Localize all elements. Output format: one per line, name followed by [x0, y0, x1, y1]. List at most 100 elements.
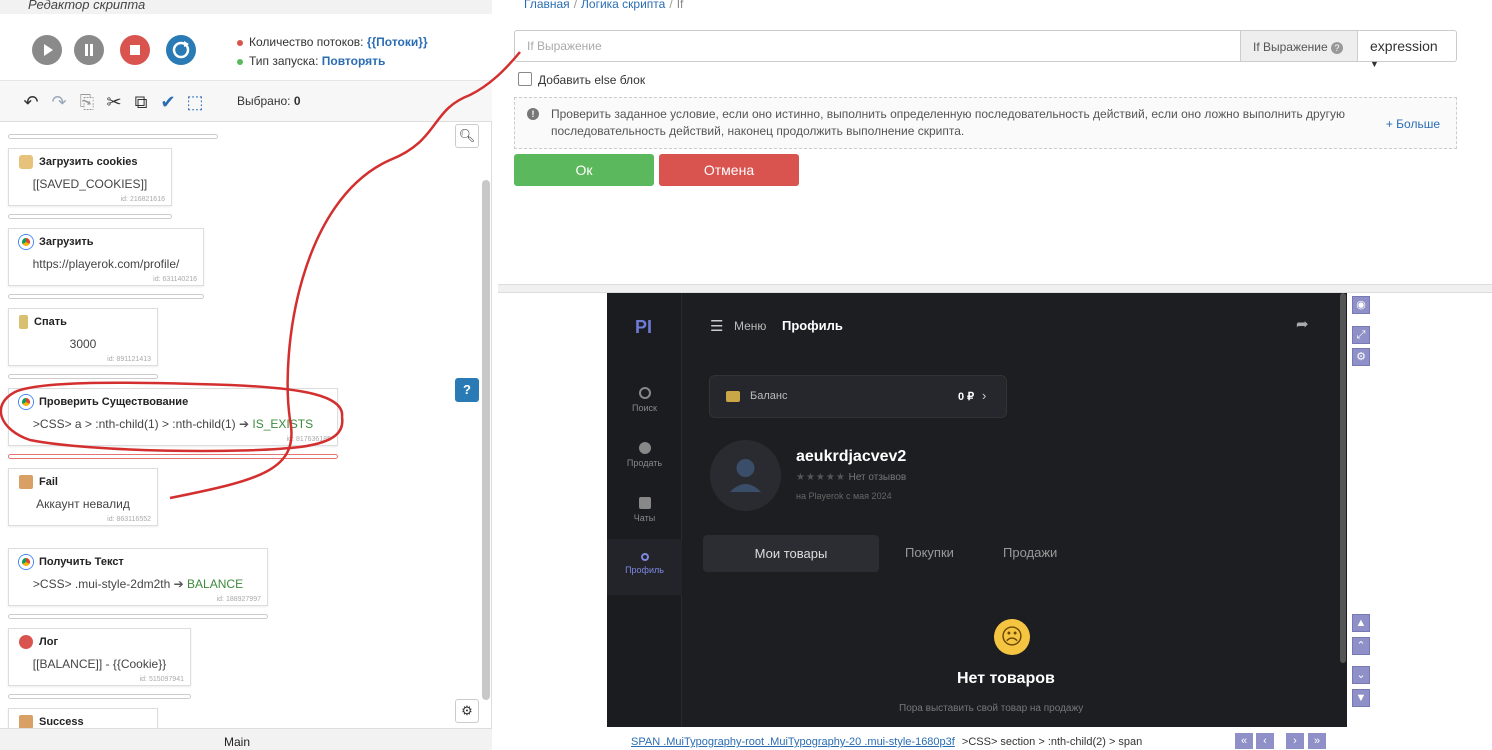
- else-block-checkbox[interactable]: [518, 72, 532, 86]
- fullscreen-button[interactable]: ⤢: [1352, 326, 1370, 344]
- tab-sales[interactable]: Продажи: [1003, 545, 1057, 560]
- stop-icon: [130, 45, 140, 55]
- scroll-down-button[interactable]: ⌄: [1352, 666, 1370, 684]
- nav-sell[interactable]: Продать: [607, 442, 682, 468]
- block-fail[interactable]: Fail Аккаунт невалид id: 863116552: [8, 468, 158, 526]
- block-value: 3000: [69, 337, 97, 351]
- if-expression-input[interactable]: If Выражение: [514, 30, 1241, 62]
- tab-my-items[interactable]: Мои товары: [703, 535, 879, 572]
- gear-icon: ⚙: [1356, 351, 1366, 363]
- share-icon[interactable]: ➦: [1296, 315, 1309, 333]
- scroll-top-button[interactable]: ▲: [1352, 614, 1370, 632]
- block-id: id: 631140216: [153, 276, 197, 283]
- next-element-button[interactable]: ›: [1286, 733, 1304, 749]
- settings-button[interactable]: ⚙: [1352, 348, 1370, 366]
- block-sleep[interactable]: Спать 3000 id: 891121413: [8, 308, 158, 366]
- block-value: [[BALANCE]] - {{Cookie}}: [32, 657, 167, 671]
- block-value: Аккаунт невалид: [36, 497, 130, 511]
- threads-dot: [237, 39, 243, 46]
- threads-link[interactable]: {{Потоки}}: [367, 35, 428, 49]
- ok-button[interactable]: Ок: [514, 154, 654, 186]
- scroll-bottom-button[interactable]: ▼: [1352, 689, 1370, 707]
- tab-purchases[interactable]: Покупки: [905, 545, 954, 560]
- breadcrumb-logic[interactable]: Логика скрипта: [581, 0, 665, 11]
- block-load-url[interactable]: Загрузить https://playerok.com/profile/ …: [8, 228, 204, 286]
- first-element-button[interactable]: «: [1235, 733, 1253, 749]
- play-button[interactable]: [32, 35, 62, 65]
- paste-icon[interactable]: ⧉: [130, 91, 152, 113]
- block-load-cookies[interactable]: Загрузить cookies [[SAVED_COOKIES]] id: …: [8, 148, 172, 206]
- double-chevron-right-icon: »: [1313, 735, 1321, 747]
- selected-count: Выбрано: 0: [237, 94, 301, 108]
- chevron-up-icon: ⌃: [1356, 640, 1366, 652]
- connection-button[interactable]: ◉: [1352, 296, 1370, 314]
- cancel-button[interactable]: Отмена: [659, 154, 799, 186]
- launch-label: Тип запуска:: [249, 54, 319, 68]
- plus-icon: [638, 442, 651, 454]
- select-area-icon[interactable]: ⬚: [184, 91, 206, 113]
- panel-divider[interactable]: [498, 284, 1492, 293]
- tab-main[interactable]: Main: [224, 735, 250, 749]
- block-success[interactable]: Success: [8, 708, 158, 728]
- pause-button[interactable]: [74, 35, 104, 65]
- run-controls: Количество потоков: {{Потоки}} Тип запус…: [0, 14, 492, 80]
- wallet-icon: [726, 391, 740, 402]
- nav-profile[interactable]: Профиль: [607, 539, 682, 595]
- help-button[interactable]: ?: [455, 378, 479, 402]
- stop-button[interactable]: [120, 35, 150, 65]
- else-block-label[interactable]: Добавить else блок: [538, 73, 645, 87]
- editor-toolbar: ↶ ↷ ⎘ ✂ ⧉ ✔ ⬚ Выбрано: 0: [0, 80, 492, 122]
- undo-icon[interactable]: ↶: [20, 91, 42, 113]
- nav-chats[interactable]: Чаты: [607, 497, 682, 523]
- bug-button[interactable]: ⚙: [455, 699, 479, 723]
- search-block-button[interactable]: 🔍︎: [455, 124, 479, 148]
- block-id: id: 891121413: [107, 356, 151, 363]
- block-check-exists[interactable]: Проверить Существование >CSS> a > :nth-c…: [8, 388, 338, 446]
- canvas-scrollbar[interactable]: [482, 180, 490, 700]
- block-connector: [8, 374, 158, 379]
- block-connector: [8, 454, 338, 459]
- script-editor-panel: Редактор скрипта Количество потоков: {{П…: [0, 0, 492, 750]
- log-icon: [19, 635, 33, 649]
- caret-down-icon: ▼: [1370, 59, 1379, 69]
- success-icon: [19, 715, 33, 728]
- editor-footer: Main: [0, 728, 492, 750]
- menu-label[interactable]: Меню: [734, 319, 766, 333]
- block-connector: [8, 134, 218, 139]
- browser-viewport[interactable]: PI Поиск Продать Чаты Профиль ☰ Меню Про…: [607, 293, 1347, 727]
- block-var: IS_EXISTS: [252, 417, 314, 431]
- search-icon: 🔍︎: [458, 128, 476, 143]
- site-logo[interactable]: PI: [635, 317, 652, 338]
- wifi-icon: ◉: [1356, 299, 1366, 311]
- balance-card[interactable]: Баланс 0 ₽ ›: [709, 375, 1007, 418]
- block-title: Спать: [19, 315, 67, 329]
- last-element-button[interactable]: »: [1308, 733, 1326, 749]
- more-link[interactable]: + Больше: [1386, 116, 1440, 133]
- copy-icon[interactable]: ⎘: [76, 91, 98, 113]
- username: aeukrdjacvev2: [796, 448, 907, 465]
- chevron-down-icon: ⌄: [1356, 669, 1366, 681]
- block-get-text[interactable]: Получить Текст >CSS> .mui-style-2dm2th ➔…: [8, 548, 268, 606]
- cut-icon[interactable]: ✂: [103, 91, 125, 113]
- selector-link[interactable]: SPAN .MuiTypography-root .MuiTypography-…: [631, 736, 955, 748]
- expression-type-select[interactable]: expression ▼: [1357, 30, 1457, 69]
- prev-element-button[interactable]: ‹: [1256, 733, 1274, 749]
- launch-link[interactable]: Повторять: [322, 54, 386, 68]
- select-check-icon[interactable]: ✔: [157, 91, 179, 113]
- refresh-button[interactable]: [166, 35, 196, 65]
- page-title: Профиль: [782, 318, 843, 333]
- browser-scrollbar[interactable]: [1340, 293, 1346, 663]
- cookie-icon: [19, 155, 33, 169]
- breadcrumb-home[interactable]: Главная: [524, 0, 570, 11]
- double-chevron-up-icon: ▲: [1355, 617, 1367, 629]
- scroll-up-button[interactable]: ⌃: [1352, 637, 1370, 655]
- chrome-icon: [19, 235, 33, 249]
- block-title: Fail: [19, 475, 58, 489]
- nav-search[interactable]: Поиск: [607, 387, 682, 413]
- editor-title: Редактор скрипта: [28, 0, 146, 12]
- block-log[interactable]: Лог [[BALANCE]] - {{Cookie}} id: 5150979…: [8, 628, 191, 686]
- fail-icon: [19, 475, 33, 489]
- hamburger-icon[interactable]: ☰: [710, 317, 723, 335]
- redo-icon[interactable]: ↷: [48, 91, 70, 113]
- sad-face-icon: ☹: [994, 619, 1030, 655]
